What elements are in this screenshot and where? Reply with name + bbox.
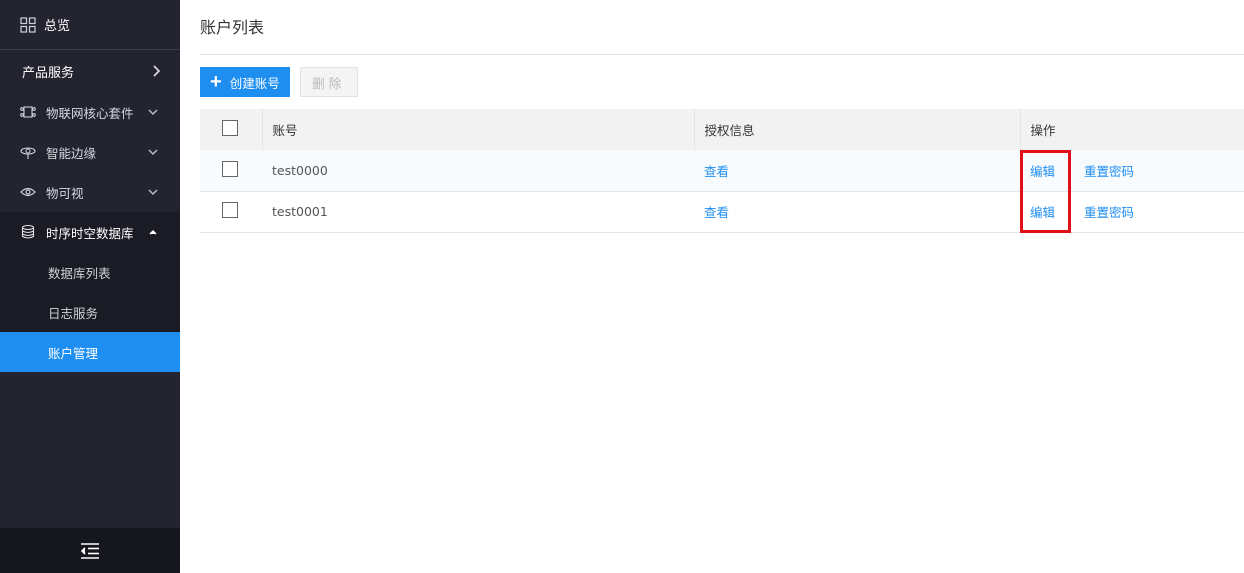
eye-icon bbox=[20, 184, 36, 200]
operations-cell: 编辑 重置密码 bbox=[1020, 150, 1244, 192]
delete-label: 删除 bbox=[312, 76, 346, 91]
grid-icon bbox=[20, 16, 36, 33]
account-name: test0001 bbox=[262, 191, 694, 233]
chevron-up-icon bbox=[148, 228, 158, 236]
sidebar-item-product-services[interactable]: 产品服务 bbox=[0, 50, 180, 92]
chevron-down-icon bbox=[148, 108, 158, 116]
accounts-table: 账号 授权信息 操作 test0000 查看 编辑 重置密码 test0001 … bbox=[200, 109, 1244, 233]
header-account: 账号 bbox=[261, 109, 694, 150]
page-title: 账户列表 bbox=[200, 0, 1244, 55]
header-operations: 操作 bbox=[1019, 109, 1244, 150]
row-checkbox[interactable] bbox=[222, 160, 238, 177]
view-auth-link[interactable]: 查看 bbox=[704, 164, 729, 179]
sidebar-subitem-label: 数据库列表 bbox=[48, 265, 111, 281]
sidebar-item-label: 物可视 bbox=[46, 185, 84, 201]
delete-button[interactable]: 删除 bbox=[299, 67, 358, 97]
table-row: test0000 查看 编辑 重置密码 bbox=[200, 150, 1244, 192]
iot-suite-icon bbox=[20, 104, 36, 120]
sidebar-subitem-label: 日志服务 bbox=[48, 305, 99, 321]
operations-cell: 编辑 重置密码 bbox=[1020, 191, 1244, 233]
database-icon bbox=[20, 224, 36, 240]
sidebar-item-tsdb[interactable]: 时序时空数据库 bbox=[0, 212, 180, 252]
sidebar-item-smart-edge[interactable]: 智能边缘 bbox=[0, 132, 180, 172]
sidebar-item-label: 总览 bbox=[44, 19, 71, 34]
chevron-down-icon bbox=[148, 188, 158, 196]
chevron-down-icon bbox=[148, 148, 158, 156]
sidebar-subitem-account-management[interactable]: 账户管理 bbox=[0, 332, 180, 372]
reset-password-link[interactable]: 重置密码 bbox=[1084, 205, 1134, 220]
create-account-button[interactable]: + 创建账号 bbox=[200, 67, 290, 97]
plus-icon: + bbox=[210, 71, 222, 93]
collapse-sidebar-button[interactable] bbox=[0, 528, 180, 573]
row-checkbox[interactable] bbox=[222, 202, 238, 218]
account-name: test0000 bbox=[262, 150, 694, 192]
edge-icon bbox=[20, 144, 36, 160]
select-all-checkbox[interactable] bbox=[222, 120, 238, 136]
sidebar-item-label: 时序时空数据库 bbox=[46, 225, 134, 241]
app-root: 总览 产品服务 物联网核心套件 智能边缘 物可视 时序时空数据库 数据库列表 日… bbox=[0, 0, 1244, 573]
sidebar: 总览 产品服务 物联网核心套件 智能边缘 物可视 时序时空数据库 数据库列表 日… bbox=[0, 0, 180, 573]
table-row: test0001 查看 编辑 重置密码 bbox=[200, 191, 1244, 233]
sidebar-item-label: 智能边缘 bbox=[46, 145, 97, 161]
sidebar-item-label: 物联网核心套件 bbox=[46, 105, 134, 121]
row-checkbox-cell bbox=[200, 191, 262, 233]
header-checkbox-cell bbox=[200, 109, 262, 150]
sidebar-subitem-label: 账户管理 bbox=[48, 345, 99, 361]
sidebar-item-label: 产品服务 bbox=[22, 65, 75, 81]
row-checkbox-cell bbox=[200, 150, 262, 192]
toolbar: + 创建账号 删除 bbox=[200, 55, 1244, 109]
chevron-right-icon bbox=[152, 65, 162, 77]
table-header-row: 账号 授权信息 操作 bbox=[200, 109, 1244, 150]
sidebar-subitem-database-list[interactable]: 数据库列表 bbox=[0, 252, 180, 292]
auth-cell: 查看 bbox=[694, 150, 1020, 192]
collapse-menu-icon bbox=[80, 542, 100, 559]
edit-link[interactable]: 编辑 bbox=[1030, 202, 1070, 221]
header-auth-info: 授权信息 bbox=[693, 109, 1020, 150]
reset-password-link[interactable]: 重置密码 bbox=[1084, 164, 1134, 179]
view-auth-link[interactable]: 查看 bbox=[704, 205, 729, 220]
sidebar-subitem-log-service[interactable]: 日志服务 bbox=[0, 292, 180, 332]
edit-link[interactable]: 编辑 bbox=[1030, 161, 1070, 180]
sidebar-item-iot-suite[interactable]: 物联网核心套件 bbox=[0, 92, 180, 132]
auth-cell: 查看 bbox=[694, 191, 1020, 233]
sidebar-item-visualization[interactable]: 物可视 bbox=[0, 172, 180, 212]
main-content: 账户列表 + 创建账号 删除 账号 授权信息 操作 test0000 查看 编辑… bbox=[200, 0, 1244, 233]
create-account-label: 创建账号 bbox=[229, 76, 280, 91]
sidebar-item-overview[interactable]: 总览 bbox=[0, 0, 180, 50]
